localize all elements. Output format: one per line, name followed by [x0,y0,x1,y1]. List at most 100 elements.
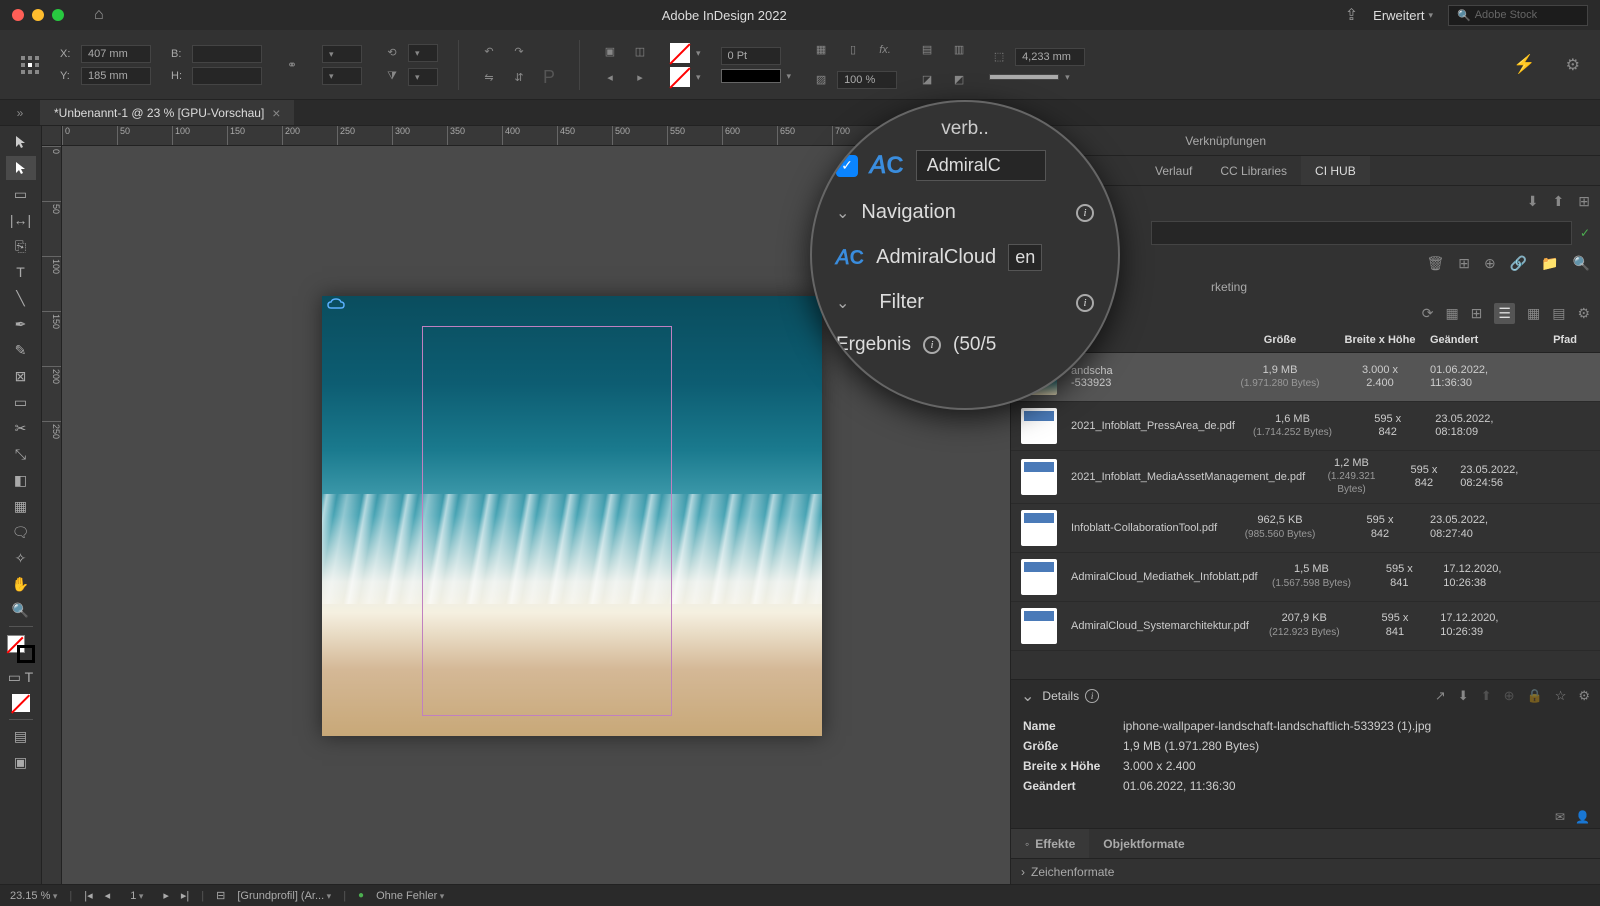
flip-v-icon[interactable]: ⇵ [509,68,529,88]
settings-gear-icon[interactable]: ⚙ [1577,305,1590,322]
zoom-level[interactable]: 23.15 % [10,890,57,902]
hand-tool[interactable]: ✋ [6,572,36,596]
frame-fit-icon[interactable]: ▯ [843,40,863,60]
bolt-icon[interactable]: ⚡ [1513,54,1535,75]
header-size[interactable]: Größe [1230,334,1330,346]
autofit-icon[interactable]: ▦ [811,40,831,60]
download-icon[interactable]: ⬇ [1458,688,1469,704]
lang-badge[interactable]: en [1008,244,1042,271]
document-tab[interactable]: *Unbenannt-1 @ 23 % [GPU-Vorschau] × [40,99,294,125]
folder-icon[interactable]: 📁 [1541,255,1558,272]
list-view-icon[interactable]: ☰ [1494,303,1515,324]
rotate-input[interactable] [408,44,438,62]
reference-point-grid[interactable] [20,55,40,75]
flip-h-icon[interactable]: ⇋ [479,68,499,88]
info-icon[interactable]: i [1085,689,1099,703]
height-input[interactable] [192,67,262,85]
zoom-in-icon[interactable]: ⊕ [1484,255,1496,272]
refresh-icon[interactable]: ⟳ [1422,305,1434,322]
add-icon[interactable]: ⊞ [1458,255,1470,272]
details-header[interactable]: ⌄ Detailsi ↗ ⬇ ⬆ ⊕ 🔒 ☆ ⚙ [1011,680,1600,712]
table-view-icon[interactable]: ▦ [1445,305,1458,322]
page-nav-prev-icon[interactable]: ◂ [105,889,111,902]
link-icon[interactable]: 🔗 [1510,255,1527,272]
y-input[interactable] [81,67,151,85]
close-window-button[interactable] [12,9,24,21]
tab-ci-hub[interactable]: CI HUB [1301,156,1370,185]
tab-effekte[interactable]: ◦Effekte [1011,829,1089,858]
note-tool[interactable]: 🗨 [6,520,36,544]
gradient-swatch-tool[interactable]: ◧ [6,468,36,492]
preflight-errors[interactable]: Ohne Fehler [376,890,444,902]
rectangle-tool[interactable]: ▭ [6,390,36,414]
adobe-stock-search[interactable]: 🔍Adobe Stock [1448,5,1588,26]
drop-shadow-icon[interactable]: ◪ [917,70,937,90]
select-content-icon[interactable]: ◫ [630,42,650,62]
free-transform-tool[interactable]: ⤡ [6,442,36,466]
view-mode-normal[interactable]: ▤ [6,724,36,748]
zoom-tool[interactable]: 🔍 [6,598,36,622]
mail-icon[interactable]: ✉ [1555,810,1565,824]
header-modified[interactable]: Geändert [1430,334,1540,346]
apply-container-icon[interactable]: ▭ T [6,665,36,689]
view-mode-preview[interactable]: ▣ [6,750,36,774]
user-icon[interactable]: 👤 [1575,810,1590,824]
check-icon[interactable]: ✓ [1580,226,1590,240]
width-input[interactable] [192,45,262,63]
vertical-ruler[interactable]: 050100150200250 [42,146,62,884]
shear-input[interactable] [408,68,438,86]
document-page[interactable] [322,296,822,736]
select-container-icon[interactable]: ▣ [600,42,620,62]
add-column-icon[interactable]: ⊞ [1471,305,1483,322]
gap-tool[interactable]: |↔| [6,208,36,232]
zeichenformate-section[interactable]: › Zeichenformate [1011,858,1600,884]
control-settings-icon[interactable]: ⚙ [1566,55,1580,75]
table-row[interactable]: 2021_Infoblatt_MediaAssetManagement_de.p… [1011,451,1600,504]
direct-selection-tool[interactable] [6,156,36,180]
table-row[interactable]: andscha-5339231,9 MB(1.971.280 Bytes)3.0… [1011,353,1600,402]
gear-icon[interactable]: ⚙ [1578,688,1590,704]
content-frame[interactable] [422,326,672,716]
page-tool[interactable]: ▭ [6,182,36,206]
close-tab-icon[interactable]: × [272,105,280,121]
scissors-tool[interactable]: ✂ [6,416,36,440]
minimize-window-button[interactable] [32,9,44,21]
opacity-input[interactable] [837,71,897,89]
add-box-icon[interactable]: ⊞ [1578,193,1590,210]
apply-none-icon[interactable] [6,691,36,715]
gradient-feather-tool[interactable]: ▦ [6,494,36,518]
select-next-icon[interactable]: ▸ [630,68,650,88]
download-icon[interactable]: ⬇ [1527,193,1539,210]
selection-tool[interactable] [6,130,36,154]
card-view-icon[interactable]: ▤ [1552,305,1565,322]
page-nav-next-icon[interactable]: ▸ [163,889,169,902]
rotate-ccw-icon[interactable]: ↶ [479,42,499,62]
preflight-profile[interactable]: [Grundprofil] (Ar... [237,890,331,902]
chevron-down-icon[interactable]: ⌄ [836,203,849,223]
search-icon[interactable]: 🔍 [1573,255,1590,272]
pen-tool[interactable]: ✒ [6,312,36,336]
tab-verknuepfungen[interactable]: Verknüpfungen [1171,126,1280,155]
chevron-down-icon[interactable]: ⌄ [836,293,849,313]
info-icon[interactable]: i [1076,204,1094,222]
tab-objektformate[interactable]: Objektformate [1089,829,1198,858]
eyedropper-tool[interactable]: ✧ [6,546,36,570]
scale-y-input[interactable] [322,67,362,85]
service-name-input[interactable] [916,150,1046,181]
x-input[interactable] [81,45,151,63]
content-collector-tool[interactable]: ⎘ [6,234,36,258]
rotate-cw-icon[interactable]: ↷ [509,42,529,62]
maximize-window-button[interactable] [52,9,64,21]
tab-verlauf[interactable]: Verlauf [1141,156,1206,185]
stroke-swatch[interactable] [670,67,690,87]
rectangle-frame-tool[interactable]: ⊠ [6,364,36,388]
trash-icon[interactable]: 🗑 [1426,255,1444,272]
open-external-icon[interactable]: ↗ [1435,688,1446,704]
info-icon[interactable]: i [923,336,941,354]
line-tool[interactable]: ╲ [6,286,36,310]
fx-icon[interactable]: fx. [875,40,895,60]
corner-link-icon[interactable]: ⬚ [989,47,1009,67]
wrap-around-icon[interactable]: ▥ [949,40,969,60]
pencil-tool[interactable]: ✎ [6,338,36,362]
type-tool[interactable]: T [6,260,36,284]
